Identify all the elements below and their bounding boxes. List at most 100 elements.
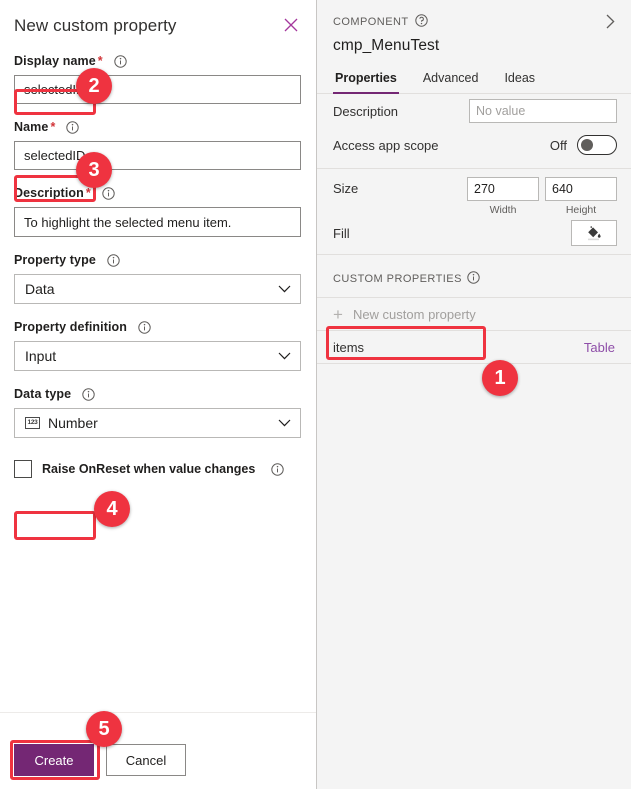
info-icon[interactable] xyxy=(82,387,95,401)
info-icon[interactable] xyxy=(271,462,284,476)
close-icon[interactable] xyxy=(278,12,304,38)
name-input[interactable]: selectedID xyxy=(14,141,301,170)
width-caption: Width xyxy=(489,204,517,216)
info-icon[interactable] xyxy=(107,253,120,267)
info-icon[interactable] xyxy=(138,320,151,334)
property-definition-value: Input xyxy=(25,348,57,364)
step-badge-2: 2 xyxy=(76,68,112,104)
description-label: Description xyxy=(333,103,399,119)
field-property-type: Property type Data xyxy=(14,253,302,304)
custom-properties-header: CUSTOM PROPERTIES xyxy=(317,254,631,297)
panel-eyebrow: COMPONENT xyxy=(333,13,428,30)
property-type-label-row: Property type xyxy=(14,253,302,267)
fill-color-button[interactable] xyxy=(571,220,617,246)
chevron-down-icon xyxy=(278,419,291,427)
size-label: Size xyxy=(333,181,359,196)
description-label-row: Description * xyxy=(14,186,302,200)
size-inputs: 270 Width 640 Height xyxy=(467,177,617,216)
field-data-type: Data type 123 Number xyxy=(14,387,302,438)
fill-label: Fill xyxy=(333,225,350,241)
access-app-scope-state: Off xyxy=(549,137,567,153)
dialog-header: New custom property xyxy=(0,0,316,38)
required-asterisk: * xyxy=(97,54,103,68)
custom-property-name: items xyxy=(333,339,365,355)
info-icon[interactable] xyxy=(66,120,80,134)
info-icon[interactable] xyxy=(113,54,127,68)
width-field: 270 Width xyxy=(467,177,539,216)
plus-icon: + xyxy=(333,304,343,324)
height-input[interactable]: 640 xyxy=(545,177,617,201)
help-circle-icon[interactable] xyxy=(414,13,428,30)
row-fill: Fill xyxy=(333,216,617,254)
custom-properties-title: CUSTOM PROPERTIES xyxy=(333,273,462,285)
component-name: cmp_MenuTest xyxy=(333,37,440,54)
raise-onreset-checkbox[interactable] xyxy=(14,460,32,478)
name-label-row: Name * xyxy=(14,120,302,134)
toggle-knob xyxy=(581,139,593,151)
new-custom-property-label: New custom property xyxy=(352,306,476,322)
data-type-value: Number xyxy=(48,415,98,431)
description-input[interactable]: To highlight the selected menu item. xyxy=(14,207,301,237)
custom-property-row[interactable]: items Table xyxy=(317,330,631,364)
height-field: 640 Height xyxy=(545,177,617,216)
data-type-select[interactable]: 123 Number xyxy=(14,408,301,438)
display-name-input[interactable]: selectedID xyxy=(14,75,301,104)
access-app-scope-toggle[interactable] xyxy=(577,135,617,155)
custom-property-type[interactable]: Table xyxy=(584,340,615,355)
dialog-form: Display name * selectedID Name * selecte… xyxy=(0,54,316,478)
property-type-select[interactable]: Data xyxy=(14,274,301,304)
data-type-label: Data type xyxy=(14,387,72,401)
panel-tabs: Properties Advanced Ideas xyxy=(317,67,631,94)
property-definition-label: Property definition xyxy=(14,320,128,334)
step-badge-4: 4 xyxy=(94,491,130,527)
width-input[interactable]: 270 xyxy=(467,177,539,201)
properties-section: Description No value Access app scope Of… xyxy=(317,94,631,162)
description-label: Description xyxy=(14,186,84,200)
page-title: New custom property xyxy=(14,16,177,35)
dialog-footer: Create Cancel xyxy=(14,744,186,776)
field-description: Description * To highlight the selected … xyxy=(14,186,302,237)
display-name-label-row: Display name * xyxy=(14,54,302,68)
step-badge-3: 3 xyxy=(76,152,112,188)
row-access-app-scope: Access app scope Off xyxy=(333,128,617,162)
raise-onreset-label: Raise OnReset when value changes xyxy=(42,462,256,476)
access-app-scope-label: Access app scope xyxy=(333,137,439,153)
number-123-icon: 123 xyxy=(25,417,40,429)
description-value-input[interactable]: No value xyxy=(469,99,617,123)
cancel-button[interactable]: Cancel xyxy=(106,744,186,776)
display-name-label: Display name xyxy=(14,54,96,68)
property-definition-select[interactable]: Input xyxy=(14,341,301,371)
tab-ideas[interactable]: Ideas xyxy=(502,67,537,93)
name-label: Name xyxy=(14,120,49,134)
field-name: Name * selectedID xyxy=(14,120,302,170)
component-properties-panel: COMPONENT cmp_MenuTest Properties Advanc… xyxy=(317,0,631,789)
required-asterisk: * xyxy=(50,120,56,134)
chevron-right-icon[interactable] xyxy=(602,12,619,31)
row-size: Size 270 Width 640 Height xyxy=(333,169,617,216)
step-badge-5: 5 xyxy=(86,711,122,747)
panel-eyebrow-label: COMPONENT xyxy=(333,15,409,28)
new-custom-property-button[interactable]: + New custom property xyxy=(317,297,631,330)
new-custom-property-dialog: New custom property Display name * selec… xyxy=(0,0,316,789)
required-asterisk: * xyxy=(85,186,91,200)
paint-bucket-icon xyxy=(585,224,603,242)
panel-header-top: COMPONENT xyxy=(333,12,619,31)
app-root: New custom property Display name * selec… xyxy=(0,0,631,789)
raise-onreset-checkbox-row[interactable]: Raise OnReset when value changes xyxy=(14,460,302,478)
footer-divider xyxy=(0,712,316,713)
tab-advanced[interactable]: Advanced xyxy=(421,67,481,93)
height-caption: Height xyxy=(565,204,597,216)
chevron-down-icon xyxy=(278,352,291,360)
info-icon[interactable] xyxy=(467,271,480,287)
size-fill-section: Size 270 Width 640 Height Fill xyxy=(317,169,631,254)
create-button[interactable]: Create xyxy=(14,744,94,776)
property-type-value: Data xyxy=(25,281,55,297)
property-type-label: Property type xyxy=(14,253,96,267)
access-app-scope-toggle-wrap: Off xyxy=(550,135,617,155)
field-display-name: Display name * selectedID xyxy=(14,54,302,104)
panel-header: COMPONENT cmp_MenuTest xyxy=(317,0,631,55)
step-badge-1: 1 xyxy=(482,360,518,396)
info-icon[interactable] xyxy=(102,186,115,200)
property-definition-label-row: Property definition xyxy=(14,320,302,334)
tab-properties[interactable]: Properties xyxy=(333,67,399,94)
